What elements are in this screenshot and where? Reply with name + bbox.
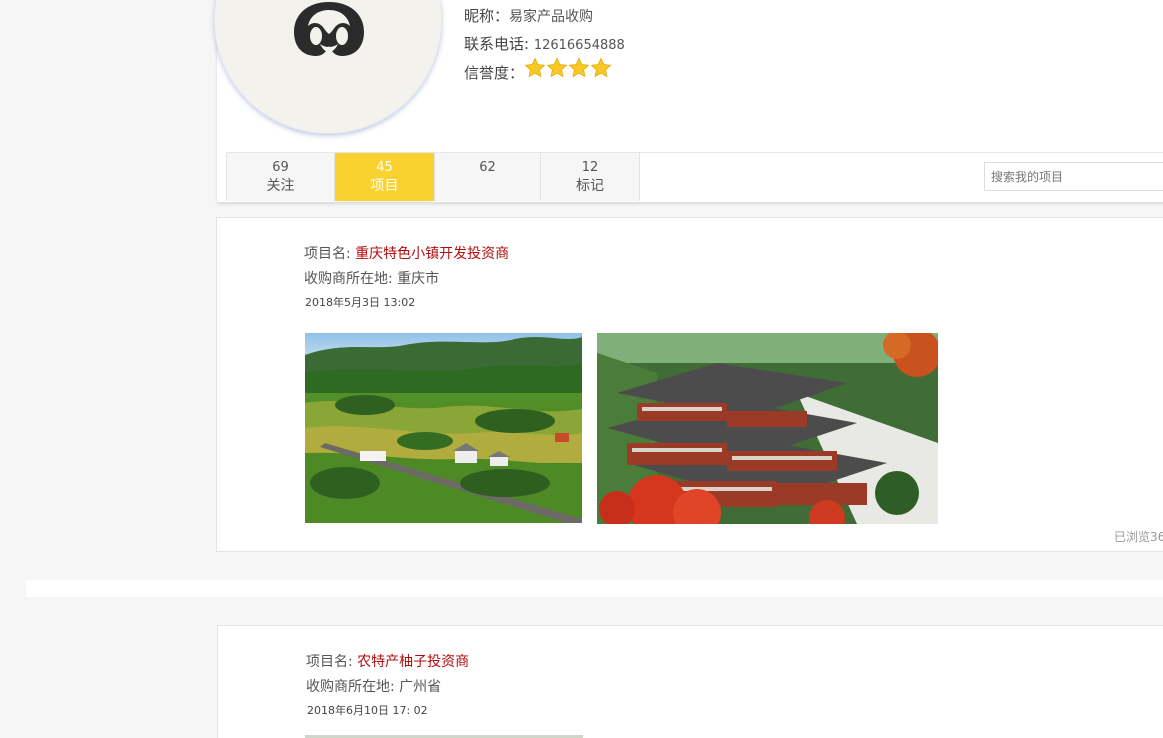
star-icon xyxy=(590,57,612,78)
project-date: 2018年5月3日 13:02 xyxy=(305,296,416,309)
project-name-label: 项目名: xyxy=(306,654,358,670)
project-location-value: 广州省 xyxy=(399,679,442,695)
project-location-row: 收购商所在地: 重庆市 xyxy=(304,270,439,288)
nickname-value: 易家产品收购 xyxy=(509,9,594,25)
project-name-row: 项目名: 农特产柚子投资商 xyxy=(306,653,469,671)
tab-count: 62 xyxy=(479,160,496,175)
project-name-link[interactable]: 重庆特色小镇开发投资商 xyxy=(355,246,509,262)
phone-value: 12616654888 xyxy=(533,38,625,53)
panda-logo-icon xyxy=(294,2,364,56)
project-location-label: 收购商所在地: xyxy=(304,271,398,287)
phone-row: 联系电话: 12616654888 xyxy=(464,30,625,58)
tab-follow[interactable]: 69 关注 xyxy=(227,153,335,201)
star-icon xyxy=(524,57,546,78)
project-date: 2018年6月10日 17: 02 xyxy=(307,704,428,717)
nickname-row: 昵称：易家产品收购 xyxy=(464,2,625,30)
credit-row: 信誉度： xyxy=(464,57,625,88)
tab-label: 标记 xyxy=(576,178,604,194)
tab-projects[interactable]: 45 项目 xyxy=(335,153,435,201)
phone-label: 联系电话: xyxy=(464,35,534,53)
project-name-row: 项目名: 重庆特色小镇开发投资商 xyxy=(304,245,509,263)
project-photo-village[interactable] xyxy=(597,333,938,524)
project-location-row: 收购商所在地: 广州省 xyxy=(306,678,441,696)
project-name-link[interactable]: 农特产柚子投资商 xyxy=(357,654,469,670)
profile-info: 昵称：易家产品收购 联系电话: 12616654888 信誉度： xyxy=(464,2,625,86)
star-icon xyxy=(568,57,590,78)
credit-label: 信誉度： xyxy=(464,64,525,82)
project-location-label: 收购商所在地: xyxy=(306,679,400,695)
star-icon xyxy=(546,57,568,78)
project-name-label: 项目名: xyxy=(304,246,356,262)
tab-count: 69 xyxy=(272,160,289,175)
project-location-value: 重庆市 xyxy=(397,271,440,287)
nickname-label: 昵称： xyxy=(464,7,510,25)
tab-marks[interactable]: 12 标记 xyxy=(541,153,640,201)
views-count: 已浏览36 xyxy=(1114,530,1163,544)
tab-label: 关注 xyxy=(266,178,295,194)
tab-label: 项目 xyxy=(370,178,399,194)
tab-count: 12 xyxy=(581,160,599,175)
search-input[interactable] xyxy=(984,162,1163,191)
project-photo-countryside[interactable] xyxy=(305,333,582,523)
tab-count: 45 xyxy=(376,160,393,175)
credit-stars xyxy=(524,57,612,88)
tab-third[interactable]: 62 xyxy=(435,153,541,201)
divider-strip xyxy=(26,580,1163,597)
